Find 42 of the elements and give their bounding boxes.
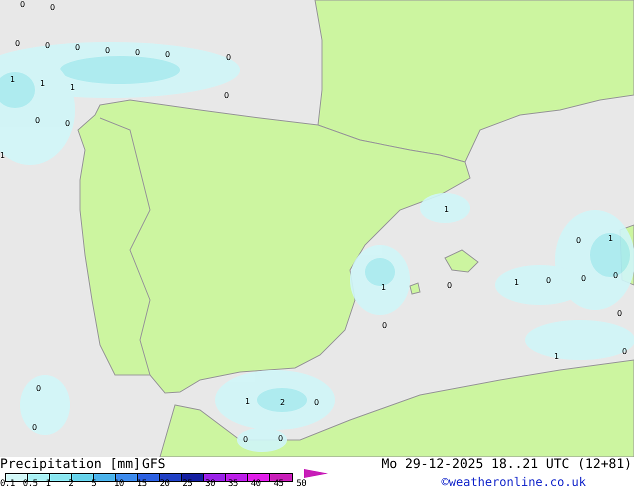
- precipitation-value: 1: [381, 283, 386, 292]
- precipitation-value: 0: [135, 48, 140, 57]
- precipitation-value: 2: [280, 398, 286, 407]
- precipitation-value: 0: [622, 347, 628, 356]
- precipitation-value: 0: [243, 435, 248, 444]
- precipitation-value: 0: [20, 0, 26, 9]
- precipitation-value: 1: [0, 151, 6, 160]
- valid-time: Mo 29-12-2025 18..21 UTC (12+81): [382, 458, 632, 472]
- precipitation-value: 0: [50, 3, 56, 12]
- precipitation-value: 0: [75, 43, 80, 52]
- legend-title: Precipitation [mm]: [0, 458, 141, 472]
- precipitation-value: 0: [35, 116, 40, 125]
- precipitation-value: 0: [224, 91, 230, 100]
- precipitation-value: 0: [36, 384, 42, 393]
- precipitation-value: 0: [576, 236, 582, 245]
- precipitation-value: 0: [613, 271, 618, 280]
- scale-tick-label: 50: [296, 479, 308, 490]
- precipitation-value: 0: [105, 46, 110, 55]
- precipitation-value: 1: [608, 234, 614, 243]
- precipitation-value: 1: [70, 83, 76, 92]
- precipitation-value: 0: [546, 276, 552, 285]
- precipitation-value: 0: [382, 321, 388, 330]
- precipitation-value: 0: [314, 398, 320, 407]
- precipitation-value: 1: [40, 79, 46, 88]
- precipitation-value: 1: [554, 352, 560, 361]
- precipitation-value: 0: [581, 274, 586, 283]
- precipitation-value: 0: [226, 53, 232, 62]
- precipitation-value: 0: [15, 39, 20, 48]
- precipitation-value: 1: [10, 75, 16, 84]
- credit-link[interactable]: ©weatheronline.co.uk: [442, 475, 586, 489]
- precipitation-value: 0: [617, 309, 622, 318]
- precipitation-value: 1: [514, 278, 520, 287]
- precipitation-value: 0: [65, 119, 70, 128]
- scale-tick-label: 0.1: [0, 479, 16, 490]
- precipitation-value: 0: [165, 50, 170, 59]
- precipitation-value: 0: [447, 281, 452, 290]
- precipitation-value: 0: [32, 423, 38, 432]
- precipitation-value: 1: [245, 397, 250, 406]
- precipitation-value: 0: [278, 434, 284, 443]
- model-name: GFS: [142, 458, 166, 472]
- precipitation-value: 1: [444, 205, 450, 214]
- precipitation-value: 0: [45, 41, 50, 50]
